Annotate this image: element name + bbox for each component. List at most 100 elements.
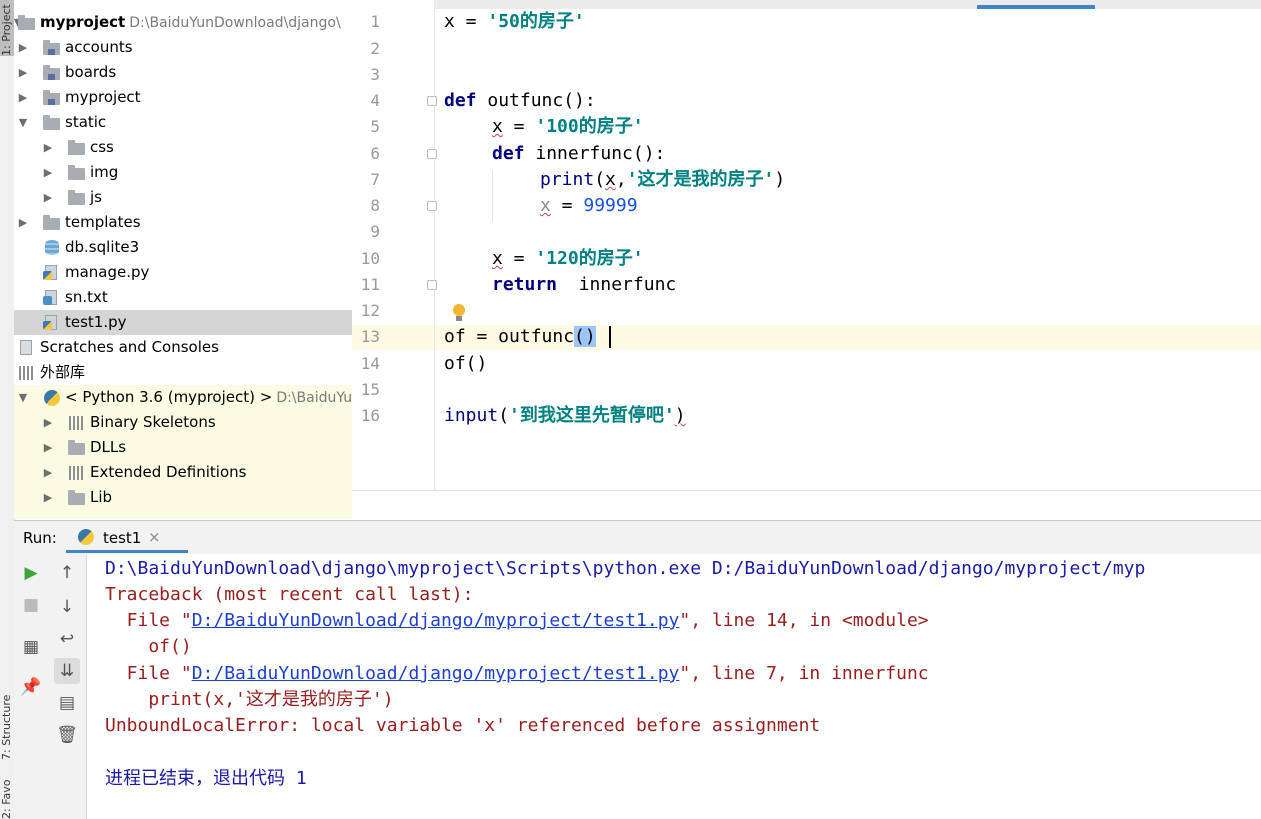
console-traceback: Traceback (most recent call last): <box>105 584 474 605</box>
code-line-13: of = outfunc() <box>444 326 596 347</box>
folder-icon <box>68 440 85 455</box>
tree-item-binary-skeletons[interactable]: ▶ Binary Skeletons <box>14 410 352 435</box>
run-tab-test1[interactable]: test1 × <box>66 521 188 553</box>
tree-item-test1-py[interactable]: test1.py <box>14 310 352 335</box>
line-number: 16 <box>360 406 380 425</box>
lightbulb-icon[interactable] <box>452 304 466 322</box>
line-number: 9 <box>370 222 380 241</box>
line-number: 14 <box>360 354 380 373</box>
chevron-right-icon[interactable]: ▶ <box>42 410 54 435</box>
line-number: 3 <box>370 65 380 84</box>
line-number: 12 <box>360 301 380 320</box>
tree-item-dlls[interactable]: ▶ DLLs <box>14 435 352 460</box>
fold-marker-icon[interactable] <box>427 280 437 290</box>
trash-icon[interactable]: 🗑 <box>54 722 80 748</box>
tree-item-label: img <box>90 163 119 181</box>
file-link-2[interactable]: D:/BaiduYunDownload/django/myproject/tes… <box>192 663 680 684</box>
tree-item-label: static <box>65 113 107 131</box>
tool-tab-project[interactable]: 1: Project <box>0 0 14 56</box>
python-logo-icon <box>78 529 94 545</box>
python-file-icon <box>43 265 60 280</box>
layout-icon[interactable]: ▦ <box>18 634 44 660</box>
stop-icon[interactable]: ■ <box>18 592 44 618</box>
editor-tab-bar[interactable] <box>352 0 1261 9</box>
chevron-right-icon[interactable]: ▶ <box>17 35 29 60</box>
tree-root-myproject[interactable]: ▼ myprojectD:\BaiduYunDownload\django\ <box>14 10 352 35</box>
editor-empty-area <box>352 490 1261 520</box>
tree-item-scratches[interactable]: Scratches and Consoles <box>14 335 352 360</box>
chevron-right-icon[interactable]: ▶ <box>17 210 29 235</box>
chevron-right-icon[interactable]: ▶ <box>42 435 54 460</box>
fold-marker-icon[interactable] <box>427 201 437 211</box>
tree-item-accounts[interactable]: ▶ accounts <box>14 35 352 60</box>
chevron-right-icon[interactable]: ▶ <box>42 160 54 185</box>
run-label: Run: <box>23 529 57 547</box>
tree-row-partial <box>14 510 352 519</box>
folder-icon <box>68 165 85 180</box>
print-icon[interactable]: ▤ <box>54 690 80 716</box>
code-line-1: x = '50的房子' <box>444 11 585 32</box>
active-tab-indicator <box>977 5 1095 9</box>
pin-icon[interactable]: 📌 <box>18 674 44 700</box>
code-editor[interactable]: 1 2 3 4 5 6 7 8 9 10 11 12 13 14 15 16 x… <box>352 0 1261 490</box>
console-exit-message: 进程已结束，退出代码 1 <box>105 768 307 789</box>
folder-icon <box>68 490 85 505</box>
library-icon <box>68 415 85 430</box>
tree-item-label: templates <box>65 213 141 231</box>
tree-item-css[interactable]: ▶ css <box>14 135 352 160</box>
file-link-1[interactable]: D:/BaiduYunDownload/django/myproject/tes… <box>192 610 680 631</box>
python-file-icon <box>43 315 60 330</box>
tree-item-js[interactable]: ▶ js <box>14 185 352 210</box>
chevron-right-icon[interactable]: ▶ <box>42 185 54 210</box>
fold-marker-icon[interactable] <box>427 149 437 159</box>
arrow-up-icon[interactable]: ↑ <box>54 560 80 586</box>
run-console-output[interactable]: D:\BaiduYunDownload\django\myproject\Scr… <box>87 554 1261 819</box>
fold-marker-icon[interactable] <box>427 96 437 106</box>
chevron-right-icon[interactable]: ▶ <box>42 135 54 160</box>
console-trace-code-1: of() <box>105 636 192 657</box>
tree-item-external-libraries[interactable]: 外部库 <box>14 360 352 385</box>
tree-item-manage-py[interactable]: manage.py <box>14 260 352 285</box>
scroll-to-end-icon[interactable]: ⇊ <box>54 658 80 684</box>
tree-item-sn-txt[interactable]: sn.txt <box>14 285 352 310</box>
module-folder-icon <box>43 40 60 55</box>
line-number: 1 <box>370 12 380 31</box>
tool-tab-favorites[interactable]: 2: Favorites <box>0 780 14 819</box>
console-trace-file-2: File "D:/BaiduYunDownload/django/myproje… <box>105 663 929 684</box>
tool-tab-structure[interactable]: 7: Structure <box>0 660 14 760</box>
text-file-icon <box>43 290 60 305</box>
console-trace-code-2: print(x,'这才是我的房子') <box>105 689 394 710</box>
run-toolbar-secondary: ↑ ↓ ↩ ⇊ ▤ 🗑 <box>48 554 87 819</box>
code-line-16: input('到我这里先暂停吧') <box>444 405 686 426</box>
tree-item-static[interactable]: ▼ static <box>14 110 352 135</box>
python-logo-icon <box>43 390 60 406</box>
code-line-8: x = 99999 <box>540 195 638 216</box>
chevron-down-icon[interactable]: ▼ <box>17 385 29 410</box>
close-icon[interactable]: × <box>148 528 161 546</box>
tree-item-boards[interactable]: ▶ boards <box>14 60 352 85</box>
console-command-line: D:\BaiduYunDownload\django\myproject\Scr… <box>105 558 1146 579</box>
soft-wrap-icon[interactable]: ↩ <box>54 626 80 652</box>
tree-item-python-sdk[interactable]: ▼ < Python 3.6 (myproject) > D:\BaiduYur <box>14 385 352 410</box>
chevron-right-icon[interactable]: ▶ <box>42 460 54 485</box>
tree-item-extended-definitions[interactable]: ▶ Extended Definitions <box>14 460 352 485</box>
chevron-right-icon[interactable]: ▶ <box>17 85 29 110</box>
tree-item-label: manage.py <box>65 263 150 281</box>
line-number: 2 <box>370 39 380 58</box>
chevron-right-icon[interactable]: ▶ <box>42 485 54 510</box>
tree-item-myproject[interactable]: ▶ myproject <box>14 85 352 110</box>
tree-item-img[interactable]: ▶ img <box>14 160 352 185</box>
scratches-icon <box>18 340 35 355</box>
play-icon[interactable]: ▶ <box>18 560 44 586</box>
chevron-right-icon[interactable]: ▶ <box>17 60 29 85</box>
folder-icon <box>43 115 60 130</box>
tree-item-templates[interactable]: ▶ templates <box>14 210 352 235</box>
line-number: 11 <box>360 275 380 294</box>
chevron-down-icon[interactable]: ▼ <box>17 110 29 135</box>
module-folder-icon <box>43 90 60 105</box>
line-number: 5 <box>370 117 380 136</box>
arrow-down-icon[interactable]: ↓ <box>54 594 80 620</box>
tree-item-db-sqlite3[interactable]: db.sqlite3 <box>14 235 352 260</box>
library-icon <box>68 465 85 480</box>
tree-item-lib[interactable]: ▶ Lib <box>14 485 352 510</box>
